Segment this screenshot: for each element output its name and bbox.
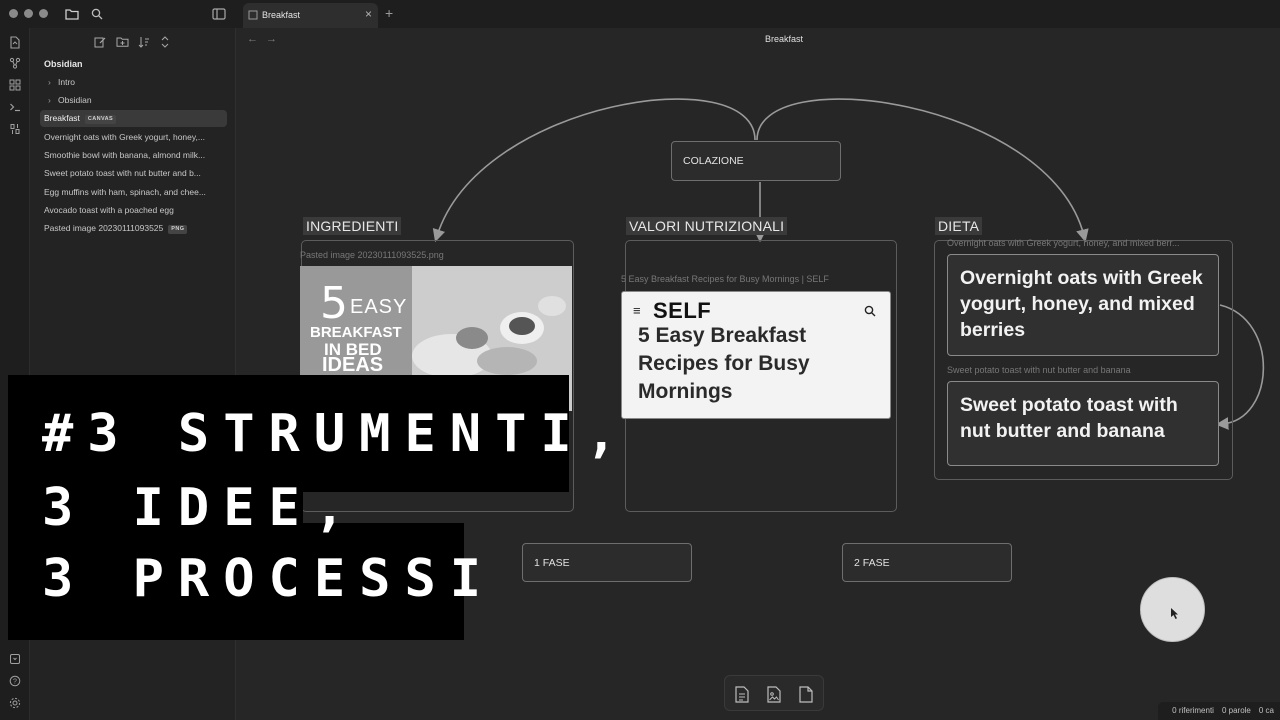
poster-ideas: IDEAS	[322, 354, 384, 376]
card-label: COLAZIONE	[683, 155, 744, 167]
poster-breakfast: BREAKFAST	[310, 324, 402, 341]
char-count: 0 ca	[1258, 706, 1274, 715]
note-card-overnight-oats[interactable]: Overnight oats with Greek yogurt, honey,…	[947, 254, 1219, 356]
group-title-ingredienti[interactable]: INGREDIENTI	[303, 217, 402, 235]
web-card-self[interactable]: ≡ SELF 5 Easy Breakfast Recipes for Busy…	[621, 291, 891, 419]
canvas-toolbar	[724, 675, 824, 711]
cursor-highlight	[1140, 577, 1205, 642]
overlay-line-3: 3 PROCESSI	[42, 549, 496, 609]
card-1-fase[interactable]: 1 FASE	[522, 543, 692, 582]
card-label: 1 FASE	[534, 557, 570, 569]
card-colazione[interactable]: COLAZIONE	[671, 141, 841, 181]
article-headline[interactable]: 5 Easy Breakfast Recipes for Busy Mornin…	[638, 322, 868, 406]
overlay-line-2: 3 IDEE,	[42, 478, 360, 538]
hamburger-menu-icon[interactable]: ≡	[633, 303, 641, 318]
group-title-dieta[interactable]: DIETA	[935, 217, 983, 235]
file-caption: Pasted image 20230111093525.png	[300, 250, 444, 260]
word-count: 0 parole	[1221, 706, 1251, 715]
pointer-icon	[1171, 608, 1178, 619]
site-logo[interactable]: SELF	[653, 298, 718, 324]
note-card-sweet-potato[interactable]: Sweet potato toast with nut butter and b…	[947, 381, 1219, 466]
search-icon[interactable]	[864, 304, 876, 322]
note-title: Overnight oats with Greek yogurt, honey,…	[960, 267, 1203, 341]
backlinks-count: 0 riferimenti	[1172, 706, 1214, 715]
note-caption: Sweet potato toast with nut butter and b…	[947, 365, 1131, 375]
group-title-valori[interactable]: VALORI NUTRIZIONALI	[626, 217, 788, 235]
card-2-fase[interactable]: 2 FASE	[842, 543, 1012, 582]
card-label: 2 FASE	[854, 557, 890, 569]
status-bar: 0 riferimenti 0 parole 0 ca	[1158, 702, 1280, 720]
add-card-icon[interactable]	[733, 684, 751, 704]
poster-number: 5	[320, 278, 348, 329]
poster-easy: EASY	[350, 296, 408, 318]
add-note-icon[interactable]	[797, 684, 815, 704]
note-caption: Overnight oats with Greek yogurt, honey,…	[947, 238, 1180, 248]
overlay-line-1: #3 STRUMENTI,	[42, 404, 631, 464]
add-media-icon[interactable]	[765, 684, 783, 704]
note-title: Sweet potato toast with nut butter and b…	[960, 394, 1178, 442]
web-caption: 5 Easy Breakfast Recipes for Busy Mornin…	[621, 274, 829, 284]
